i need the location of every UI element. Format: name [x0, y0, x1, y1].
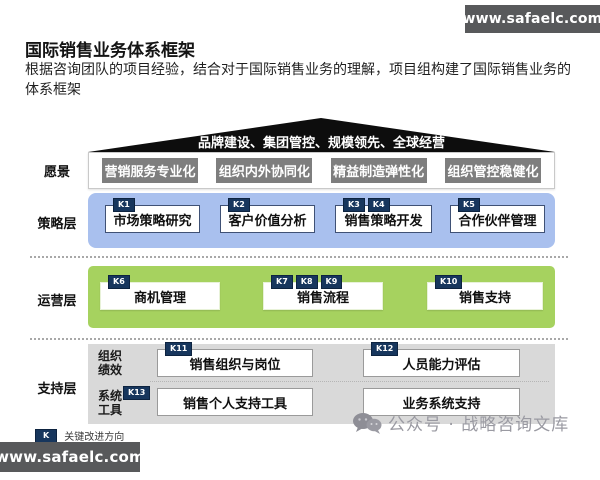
vision-panel: 营销服务专业化 组织内外协同化 精益制造弹性化 组织管控稳健化	[88, 152, 555, 189]
website-url-top: www.safaelc.com	[462, 11, 600, 27]
roof-vision-text: 品牌建设、集团管控、规模领先、全球经营	[197, 136, 445, 151]
support-box-label: 人员能力评估	[402, 357, 481, 373]
strategy-box-label: 销售策略开发	[344, 213, 423, 229]
key-badge: K12	[371, 342, 399, 356]
legend-label: 关键改进方向	[64, 432, 125, 443]
support-inner-separator	[150, 381, 549, 382]
wechat-icon	[353, 412, 382, 434]
key-badges: K6	[108, 275, 130, 289]
page-subtitle: 根据咨询团队的项目经验，结合对于国际销售业务的理解，项目组构建了国际销售业务的体…	[25, 62, 571, 98]
wechat-watermark: 公众号 · 战略咨询文库	[352, 410, 569, 435]
support-sublabel: 组织绩效	[98, 349, 123, 377]
operations-box-label: 销售流程	[296, 290, 349, 306]
support-box-label: 销售组织与岗位	[189, 357, 281, 373]
key-badge: K11	[165, 342, 193, 356]
website-watermark-top: www.safaelc.com	[462, 5, 600, 33]
support-box-label: 业务系统支持	[402, 396, 481, 412]
key-badge: K5	[458, 198, 480, 212]
website-url-bottom: www.safaelc.com	[0, 448, 145, 466]
website-watermark-bottom: www.safaelc.com	[0, 442, 145, 472]
strategy-box: K5 合作伙伴管理	[450, 198, 545, 233]
key-badge: K4	[367, 198, 390, 212]
slide-canvas: www.safaelc.com 国际销售业务体系框架 根据咨询团队的项目经验，结…	[0, 0, 600, 480]
operations-box: K6 商机管理	[100, 275, 220, 310]
legend: K 关键改进方向	[35, 428, 124, 443]
key-badge: K3	[343, 198, 365, 212]
key-badges: K7 K8 K9	[271, 275, 343, 289]
key-badges: K2	[228, 198, 250, 212]
key-badges: K1	[113, 198, 135, 212]
strategy-box: K2 客户价值分析	[220, 198, 315, 233]
operations-box: K10 销售支持	[427, 275, 543, 310]
wechat-watermark-text: 公众号 · 战略咨询文库	[388, 415, 570, 435]
vision-item: 组织内外协同化	[216, 158, 313, 183]
operations-box: K7 K8 K9 销售流程	[263, 275, 383, 310]
layer-separator	[30, 338, 568, 340]
support-box-label: 销售个人支持工具	[182, 396, 287, 412]
layer-label-support: 支持层	[37, 382, 77, 397]
support-box: K12 人员能力评估	[363, 342, 520, 377]
strategy-box-label: 市场策略研究	[113, 213, 192, 229]
layer-separator	[30, 256, 568, 258]
page-title: 国际销售业务体系框架	[25, 41, 195, 61]
support-box: K11 销售组织与岗位	[157, 342, 313, 377]
strategy-box-label: 合作伙伴管理	[458, 213, 537, 229]
key-badge: K8	[295, 275, 318, 289]
key-badge: K10	[435, 275, 463, 289]
support-row-performance: 组织绩效 K11 销售组织与岗位 K12 人员能力评估	[88, 342, 555, 382]
operations-box-label: 销售支持	[458, 290, 511, 306]
support-sublabel: 系统工具	[98, 389, 123, 417]
strategy-box: K3 K4 销售策略开发	[335, 198, 432, 233]
key-badge: K9	[320, 275, 343, 289]
vision-item: 精益制造弹性化	[330, 158, 427, 183]
layer-label-operations: 运营层	[37, 294, 77, 309]
layer-label-strategy: 策略层	[37, 217, 77, 232]
strategy-panel: K1 市场策略研究 K2 客户价值分析 K3 K4 销售策略开发 K5 合作伙伴管…	[88, 193, 555, 248]
support-box: 销售个人支持工具	[157, 388, 313, 416]
key-badge: K2	[228, 198, 250, 212]
vision-item: 营销服务专业化	[102, 158, 198, 183]
layer-label-vision: 愿景	[43, 165, 70, 180]
vision-item: 组织管控稳健化	[444, 158, 541, 183]
key-badges: K3 K4	[343, 198, 390, 212]
key-badge: K13	[123, 386, 151, 400]
key-badge: K6	[108, 275, 130, 289]
operations-panel: K6 商机管理 K7 K8 K9 销售流程 K10 销售支持	[88, 266, 555, 328]
strategy-box: K1 市场策略研究	[105, 198, 200, 233]
strategy-box-label: 客户价值分析	[228, 213, 307, 229]
key-badge: K1	[113, 198, 135, 212]
key-badges: K5	[458, 198, 480, 212]
legend-key-badge: K	[35, 428, 58, 443]
roof-triangle: 品牌建设、集团管控、规模领先、全球经营	[88, 118, 555, 152]
operations-box-label: 商机管理	[133, 290, 186, 306]
key-badges: K11	[165, 342, 193, 356]
key-badges: K12	[371, 342, 399, 356]
key-badge: K7	[271, 275, 293, 289]
key-badges: K10	[435, 275, 463, 289]
